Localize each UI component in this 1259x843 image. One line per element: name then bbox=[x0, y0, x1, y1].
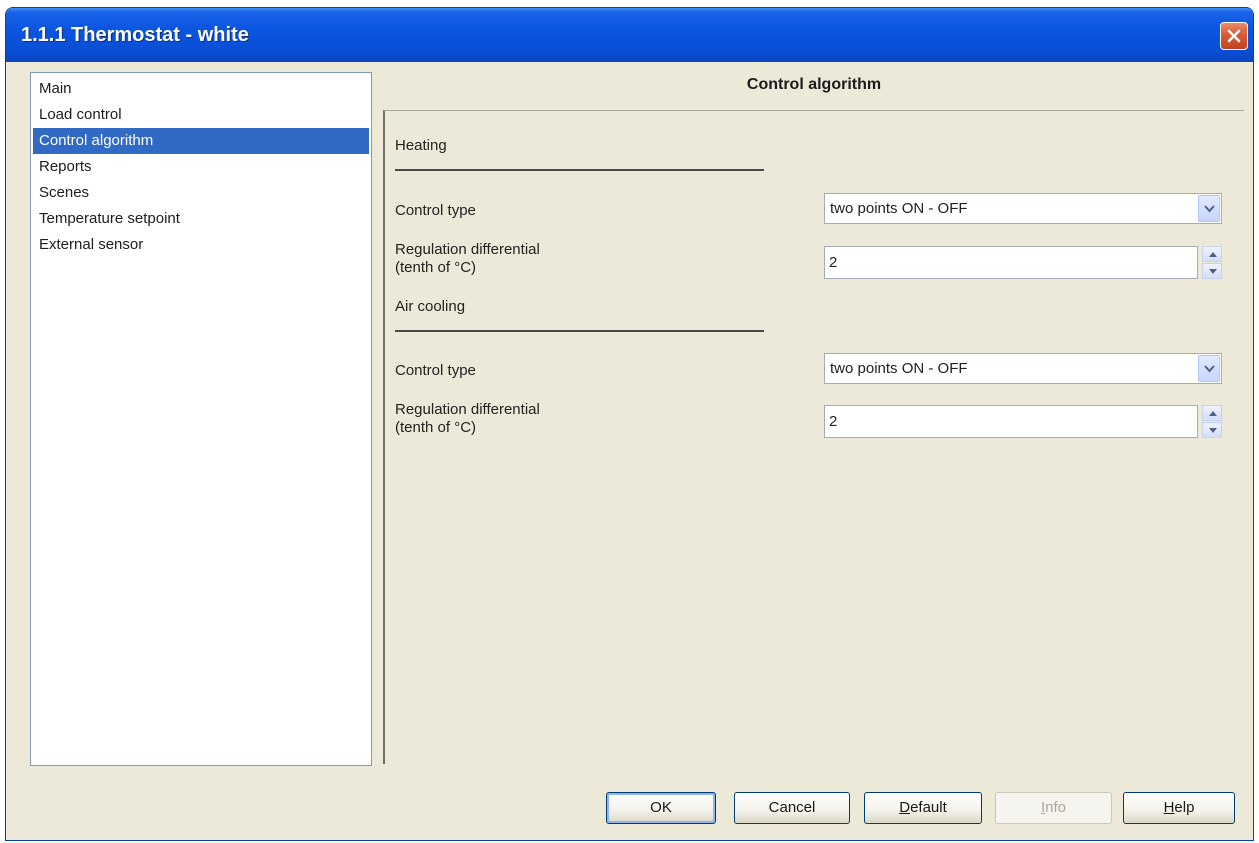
cooling-control-type-select[interactable]: two points ON - OFF bbox=[824, 353, 1222, 384]
default-button-label: efault bbox=[910, 799, 947, 816]
heating-control-type-value: two points ON - OFF bbox=[830, 200, 968, 217]
dialog-window: 1.1.1 Thermostat - white Main Load contr… bbox=[5, 7, 1254, 841]
heating-differential-label-line1: Regulation differential bbox=[395, 241, 540, 258]
help-button[interactable]: Help bbox=[1123, 792, 1235, 824]
parameter-panel: Heating Control type two points ON - OFF… bbox=[383, 110, 1244, 764]
cooling-control-type-dropdown-button[interactable] bbox=[1198, 355, 1220, 382]
close-button[interactable] bbox=[1220, 22, 1248, 50]
default-button[interactable]: Default bbox=[864, 792, 982, 824]
heating-differential-value: 2 bbox=[829, 254, 838, 271]
cooling-control-type-value: two points ON - OFF bbox=[830, 360, 968, 377]
dialog-client-area: Main Load control Control algorithm Repo… bbox=[6, 62, 1253, 840]
chevron-down-icon bbox=[1204, 365, 1215, 373]
cancel-button[interactable]: Cancel bbox=[734, 792, 850, 824]
heating-differential-label-line2: (tenth of °C) bbox=[395, 259, 477, 276]
cooling-section-label: Air cooling bbox=[395, 298, 466, 315]
spin-down-icon bbox=[1209, 428, 1217, 433]
heating-differential-spin-buttons bbox=[1202, 246, 1222, 279]
heating-differential-spinner[interactable]: 2 bbox=[824, 246, 1222, 279]
cooling-differential-spinner[interactable]: 2 bbox=[824, 405, 1222, 438]
sidebar-item-reports[interactable]: Reports bbox=[33, 154, 369, 180]
cooling-differential-label-line1: Regulation differential bbox=[395, 401, 540, 418]
heating-control-type-dropdown-button[interactable] bbox=[1198, 195, 1220, 222]
heating-separator bbox=[395, 169, 764, 171]
page-title: Control algorithm bbox=[746, 76, 882, 93]
cooling-control-type-label: Control type bbox=[395, 362, 476, 379]
info-button: Info bbox=[995, 792, 1112, 824]
heating-section-label: Heating bbox=[395, 137, 447, 154]
spin-up-icon bbox=[1209, 252, 1217, 257]
window-title: 1.1.1 Thermostat - white bbox=[21, 24, 249, 46]
help-button-label: elp bbox=[1174, 799, 1195, 816]
heating-control-type-select[interactable]: two points ON - OFF bbox=[824, 193, 1222, 224]
heating-differential-up-button[interactable] bbox=[1202, 246, 1222, 262]
spin-up-icon bbox=[1209, 411, 1217, 416]
close-icon bbox=[1227, 29, 1241, 43]
cooling-differential-spin-buttons bbox=[1202, 405, 1222, 438]
heating-control-type-label: Control type bbox=[395, 202, 476, 219]
sidebar-item-external-sensor[interactable]: External sensor bbox=[33, 232, 369, 258]
cooling-separator bbox=[395, 330, 764, 332]
cooling-differential-value: 2 bbox=[829, 413, 838, 430]
cooling-differential-up-button[interactable] bbox=[1202, 405, 1222, 421]
cooling-differential-label-line2: (tenth of °C) bbox=[395, 419, 477, 436]
sidebar-item-scenes[interactable]: Scenes bbox=[33, 180, 369, 206]
info-button-label: nfo bbox=[1045, 799, 1067, 816]
spin-down-icon bbox=[1209, 269, 1217, 274]
title-bar[interactable]: 1.1.1 Thermostat - white bbox=[6, 8, 1253, 62]
default-button-mnemonic: D bbox=[899, 799, 911, 816]
sidebar-item-load-control[interactable]: Load control bbox=[33, 102, 369, 128]
ok-button[interactable]: OK bbox=[606, 792, 716, 824]
sidebar-item-control-algorithm[interactable]: Control algorithm bbox=[33, 128, 369, 154]
sidebar-item-temperature-setpoint[interactable]: Temperature setpoint bbox=[33, 206, 369, 232]
parameter-tree[interactable]: Main Load control Control algorithm Repo… bbox=[30, 72, 372, 766]
heating-differential-down-button[interactable] bbox=[1202, 263, 1222, 279]
help-button-mnemonic: H bbox=[1163, 799, 1175, 816]
heating-differential-input[interactable]: 2 bbox=[824, 246, 1198, 279]
sidebar-item-main[interactable]: Main bbox=[33, 76, 369, 102]
chevron-down-icon bbox=[1204, 205, 1215, 213]
cooling-differential-down-button[interactable] bbox=[1202, 422, 1222, 438]
cooling-differential-input[interactable]: 2 bbox=[824, 405, 1198, 438]
